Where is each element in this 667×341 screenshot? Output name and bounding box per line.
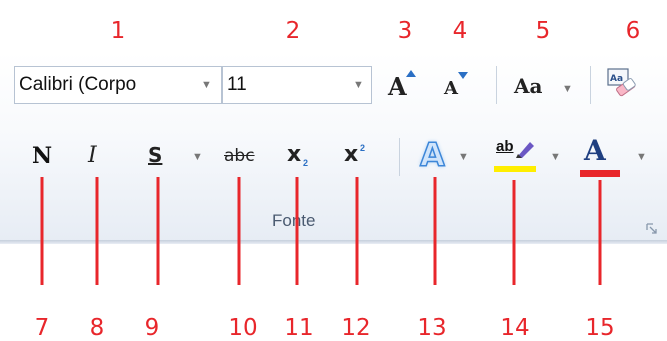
change-case-icon: Aa	[514, 74, 543, 98]
callout-number: 6	[625, 18, 641, 44]
strikethrough-icon: abc	[224, 146, 255, 166]
callout-number: 5	[535, 18, 551, 44]
shrink-font-icon: A	[444, 78, 458, 99]
callout-number: 15	[585, 315, 615, 341]
callout-line	[598, 180, 602, 285]
superscript-digit: 2	[360, 143, 366, 153]
down-arrow-icon	[458, 72, 468, 79]
callout-line	[355, 177, 359, 285]
callout-number: 13	[417, 315, 447, 341]
font-color-bar	[580, 170, 620, 177]
font-size-value: 11	[227, 74, 247, 95]
font-name-dropdown-arrow[interactable]: ▼	[201, 80, 212, 91]
dialog-launcher-button[interactable]	[646, 222, 658, 234]
highlight-color-bar	[494, 166, 536, 172]
font-color-icon: A	[584, 134, 606, 167]
callout-line	[512, 180, 516, 285]
dialog-launcher-icon	[646, 223, 657, 234]
font-name-combobox[interactable]: Calibri (Corpo	[14, 66, 222, 104]
bold-icon: N	[32, 143, 53, 169]
callout-number: 12	[341, 315, 371, 341]
callout-number: 3	[397, 18, 413, 44]
callout-number: 10	[228, 315, 258, 341]
chevron-down-icon[interactable]: ▼	[192, 152, 203, 163]
callout-number: 4	[452, 18, 468, 44]
text-effects-button[interactable]: A ▼	[418, 135, 476, 176]
separator	[496, 66, 497, 104]
ribbon-bottom-edge	[0, 240, 667, 244]
callout-number: 7	[34, 315, 50, 341]
callout-line	[95, 177, 99, 285]
separator	[399, 138, 400, 176]
font-color-button[interactable]: A ▼	[578, 134, 652, 180]
subscript-digit: 2	[303, 158, 309, 168]
italic-button[interactable]: I	[86, 140, 108, 172]
grow-font-button[interactable]: A	[386, 64, 422, 104]
chevron-down-icon[interactable]: ▼	[636, 152, 647, 163]
chevron-down-icon[interactable]: ▼	[458, 152, 469, 163]
chevron-down-icon: ▼	[562, 83, 573, 95]
callout-number: 1	[110, 18, 126, 44]
clear-formatting-icon: Aa	[607, 68, 636, 97]
superscript-button[interactable]: x 2	[342, 140, 376, 172]
grow-font-icon: A	[388, 72, 407, 101]
callout-line	[40, 177, 44, 285]
subscript-button[interactable]: x 2	[285, 140, 319, 172]
clear-formatting-button[interactable]: Aa	[605, 66, 639, 102]
group-label: Fonte	[272, 211, 316, 230]
callout-number: 2	[285, 18, 301, 44]
marker-icon	[516, 142, 534, 158]
chevron-down-icon[interactable]: ▼	[550, 152, 561, 163]
highlight-button[interactable]: ab ▼	[494, 136, 564, 180]
callout-line	[156, 177, 160, 285]
callout-number: 9	[144, 315, 160, 341]
underline-button[interactable]: S ▼	[146, 140, 208, 172]
strikethrough-button[interactable]: abc	[222, 140, 266, 172]
callout-number: 11	[284, 315, 314, 341]
shrink-font-button[interactable]: A	[442, 64, 476, 104]
italic-icon: I	[88, 143, 97, 168]
highlight-icon: ab	[496, 138, 514, 155]
text-effects-icon: A	[419, 135, 445, 175]
up-arrow-icon	[406, 70, 416, 77]
callout-number: 14	[500, 315, 530, 341]
callout-line	[295, 177, 299, 285]
callout-line	[237, 177, 241, 285]
callout-line	[433, 177, 437, 285]
svg-text:Aa: Aa	[610, 74, 623, 84]
change-case-button[interactable]: Aa ▼	[512, 64, 578, 104]
font-name-value: Calibri (Corpo	[19, 74, 137, 95]
underline-icon: S	[148, 143, 163, 167]
subscript-icon: x	[287, 142, 302, 167]
callout-number: 8	[89, 315, 105, 341]
font-size-dropdown-arrow[interactable]: ▼	[353, 80, 364, 91]
font-size-combobox[interactable]: 11	[222, 66, 372, 104]
superscript-icon: x	[344, 142, 359, 167]
separator	[590, 66, 591, 104]
bold-button[interactable]: N	[30, 140, 56, 172]
